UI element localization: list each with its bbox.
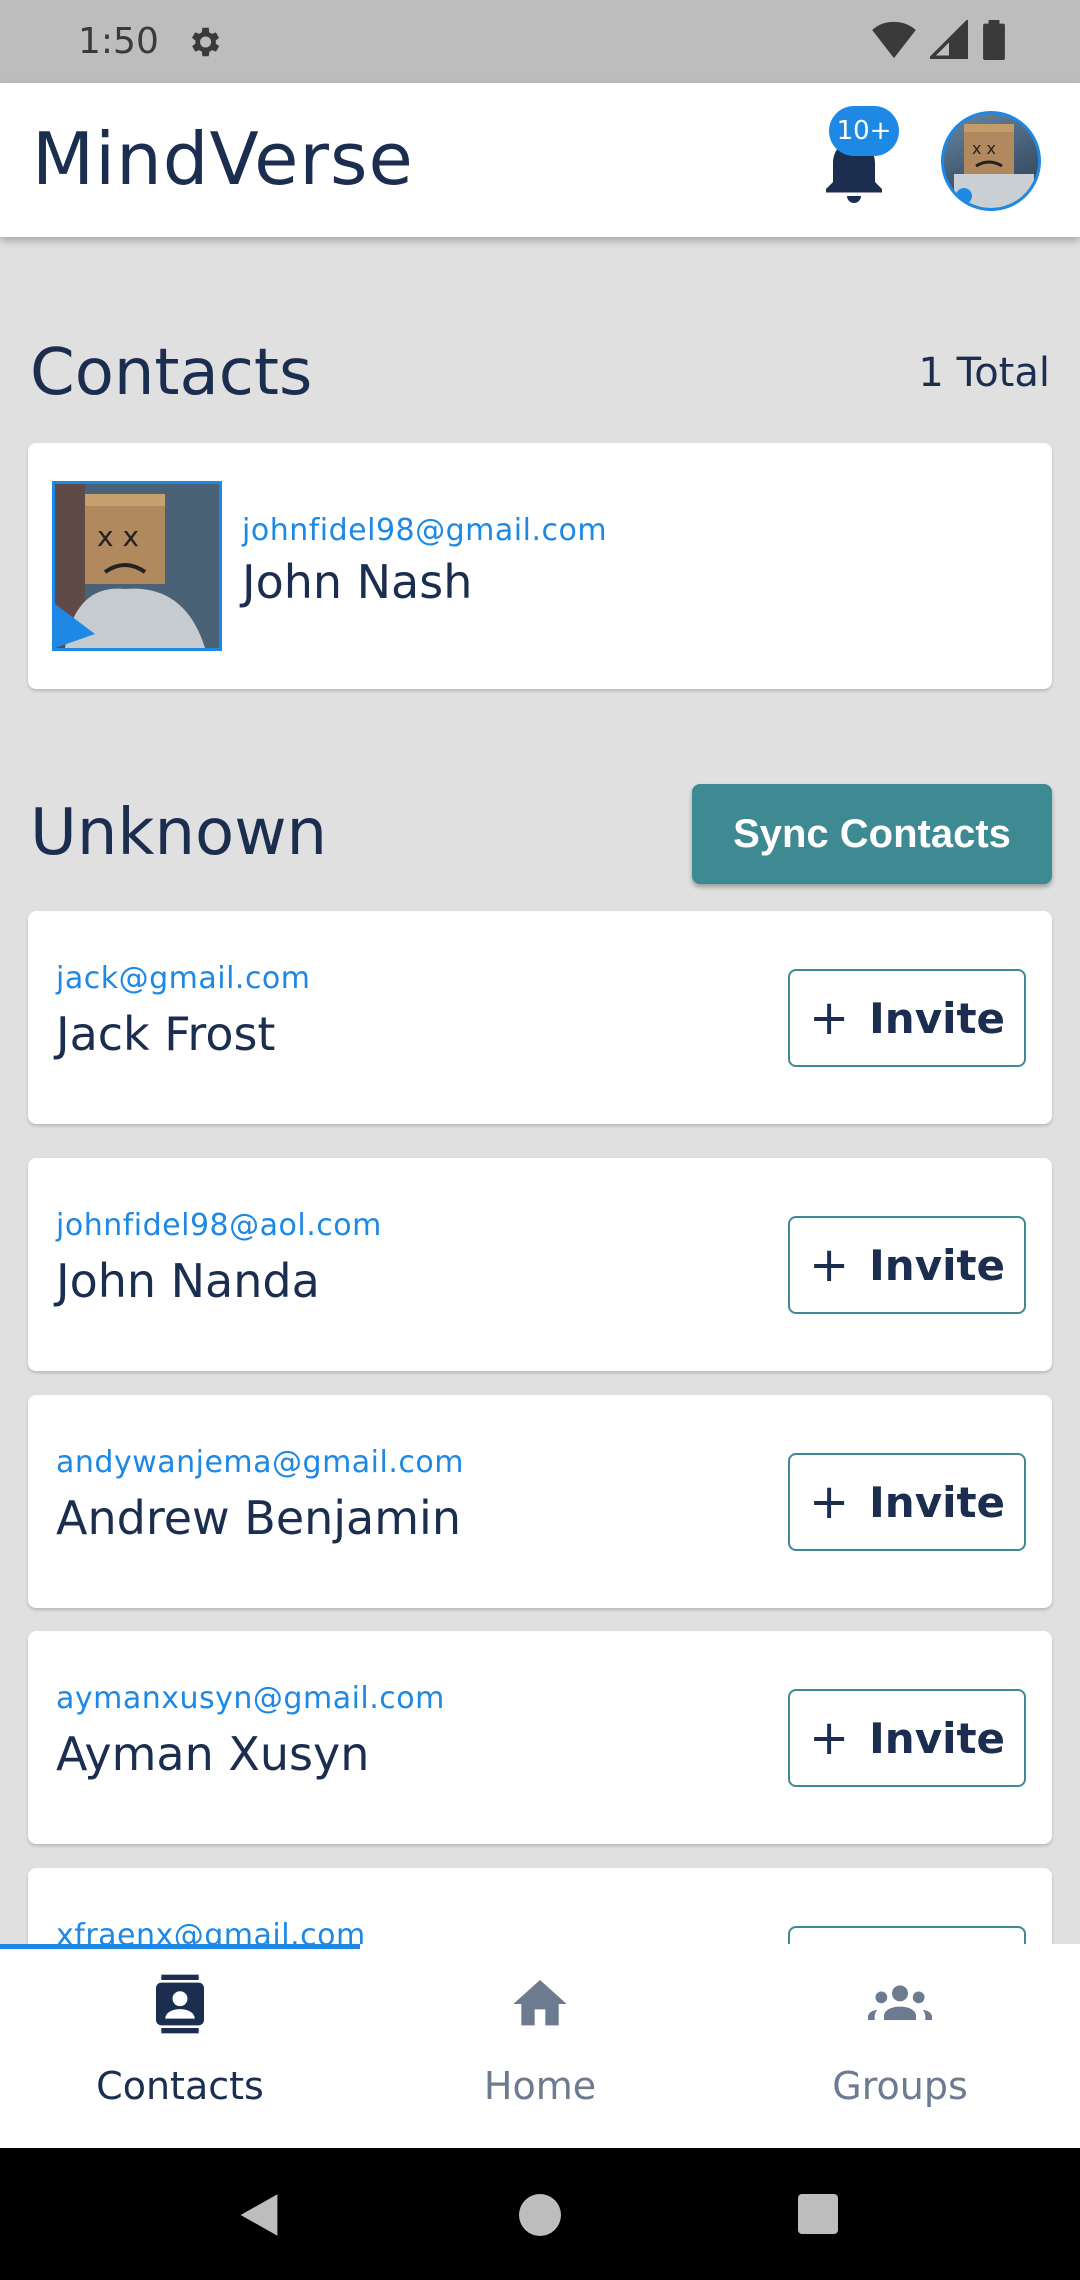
status-time: 1:50 — [78, 21, 159, 62]
recent-apps-icon[interactable] — [798, 2194, 838, 2234]
unknown-section-title: Unknown — [30, 796, 328, 870]
unknown-contact-name: John Nanda — [56, 1254, 320, 1308]
unknown-contact-email: aymanxusyn@gmail.com — [56, 1681, 445, 1716]
invite-label: Invite — [869, 1713, 1006, 1763]
nav-item-contacts[interactable]: Contacts — [0, 1944, 360, 2148]
contact-name: John Nash — [242, 555, 473, 609]
groups-icon — [868, 1985, 932, 2020]
contacts-total: 1 Total — [918, 350, 1050, 396]
profile-avatar[interactable]: x x — [941, 111, 1041, 211]
invite-button[interactable]: + Invite — [788, 1216, 1026, 1314]
unknown-contact-card: jack@gmail.com Jack Frost + Invite — [28, 911, 1052, 1124]
unknown-contact-card: johnfidel98@aol.com John Nanda + Invite — [28, 1158, 1052, 1371]
unknown-contact-email: johnfidel98@aol.com — [56, 1208, 382, 1243]
unknown-contact-card: aymanxusyn@gmail.com Ayman Xusyn + Invit… — [28, 1631, 1052, 1844]
invite-button[interactable]: + Invite — [788, 1689, 1026, 1787]
cell-signal-icon — [930, 20, 968, 59]
invite-button[interactable]: + Invite — [788, 969, 1026, 1067]
app-title: MindVerse — [32, 117, 414, 201]
battery-icon — [983, 20, 1005, 60]
unknown-contact-email: andywanjema@gmail.com — [56, 1445, 464, 1480]
nav-item-groups[interactable]: Groups — [720, 1944, 1080, 2148]
contacts-section-title: Contacts — [30, 336, 313, 410]
settings-gear-icon — [191, 27, 220, 56]
bottom-navigation: Contacts Home Groups — [0, 1944, 1080, 2148]
home-icon — [513, 1980, 567, 2026]
app-bar: MindVerse — [0, 83, 1080, 237]
unknown-contact-name: Jack Frost — [56, 1007, 276, 1061]
invite-label: Invite — [869, 993, 1006, 1043]
invite-label: Invite — [869, 1477, 1006, 1527]
nav-label-groups: Groups — [832, 2064, 968, 2108]
plus-icon: + — [808, 1237, 850, 1293]
wifi-icon — [872, 21, 916, 59]
system-navigation-bar — [0, 2148, 1080, 2280]
plus-icon: + — [808, 990, 850, 1046]
invite-label: Invite — [869, 1240, 1006, 1290]
back-icon[interactable] — [236, 2192, 282, 2238]
unknown-contact-email: jack@gmail.com — [56, 961, 311, 996]
contact-email: johnfidel98@gmail.com — [242, 513, 608, 548]
contacts-icon — [156, 1974, 204, 2034]
nav-item-home[interactable]: Home — [360, 1944, 720, 2148]
svg-text:x x: x x — [97, 520, 139, 553]
contact-card[interactable]: x x johnfidel98@gmail.com John Nash — [28, 443, 1052, 689]
notification-badge: 10+ — [829, 106, 899, 156]
home-button-icon[interactable] — [519, 2194, 561, 2236]
svg-text:x x: x x — [972, 139, 996, 158]
status-icons — [872, 20, 1006, 60]
invite-button[interactable]: + Invite — [788, 1453, 1026, 1551]
notification-badge-count: 10+ — [836, 116, 892, 146]
contact-avatar: x x — [52, 481, 222, 651]
unknown-contact-name: Ayman Xusyn — [56, 1727, 370, 1781]
unknown-contact-card: andywanjema@gmail.com Andrew Benjamin + … — [28, 1395, 1052, 1608]
nav-label-contacts: Contacts — [96, 2064, 264, 2108]
nav-label-home: Home — [483, 2064, 597, 2108]
sync-contacts-button[interactable]: Sync Contacts — [692, 784, 1052, 884]
plus-icon: + — [808, 1710, 850, 1766]
contact-avatar-image: x x — [55, 484, 219, 648]
active-tab-indicator — [0, 1944, 360, 1949]
status-bar: 1:50 — [0, 0, 1080, 83]
plus-icon: + — [808, 1474, 850, 1530]
unknown-contact-name: Andrew Benjamin — [56, 1491, 461, 1545]
